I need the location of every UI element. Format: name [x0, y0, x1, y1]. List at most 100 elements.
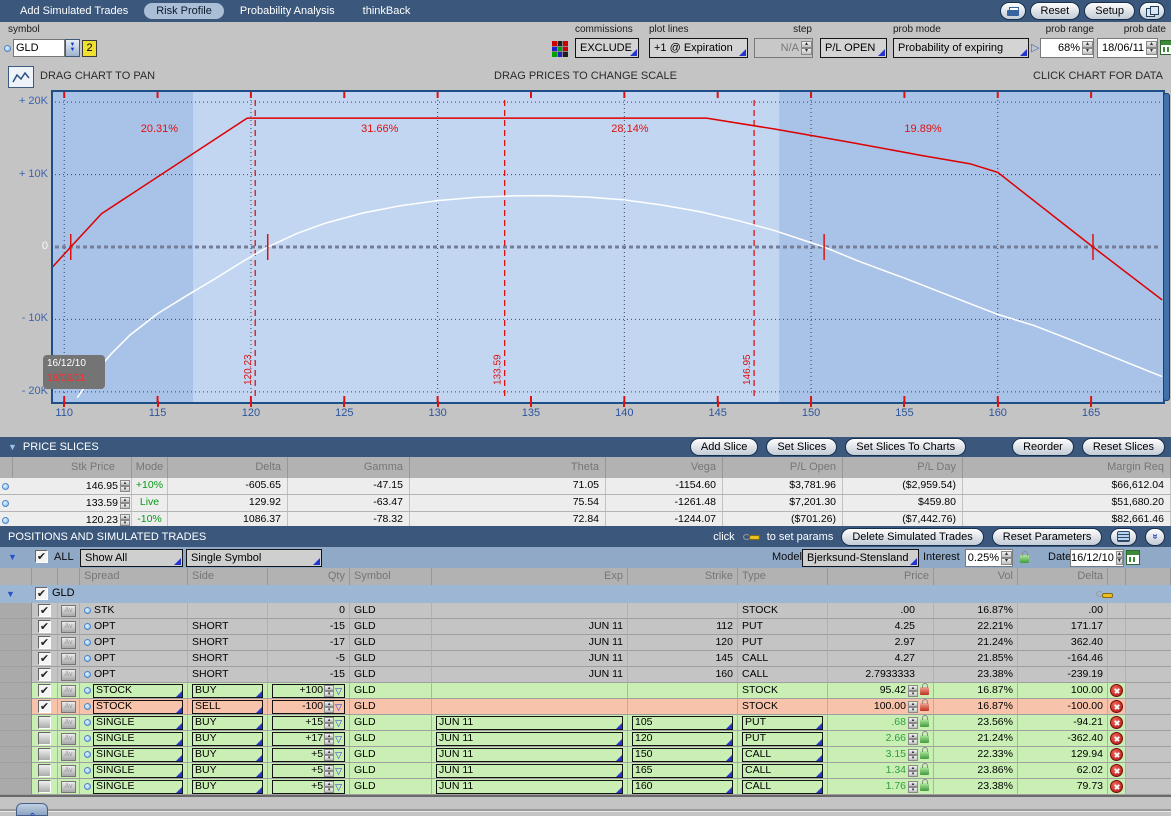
simulated-trade-row[interactable]: AvSINGLEBUY+15▴▾▽GLDJUN 11105PUT.68▴▾23.…	[0, 715, 1171, 731]
delete-simulated-trades-button[interactable]: Delete Simulated Trades	[841, 528, 983, 546]
price-lock-icon[interactable]	[920, 751, 929, 759]
simulated-trade-row[interactable]: AvSINGLEBUY+5▴▾▽GLDJUN 11160CALL1.76▴▾23…	[0, 779, 1171, 795]
row-checkbox[interactable]	[38, 764, 51, 777]
spread-select[interactable]: SINGLE	[93, 748, 183, 762]
row-options-button[interactable]: Av	[61, 653, 76, 665]
setup-button[interactable]: Setup	[1084, 2, 1135, 20]
symbol-dropdown-button[interactable]: ▼▼	[65, 39, 80, 57]
position-row[interactable]: ✔AvOPTSHORT-15GLDJUN 11112PUT4.2522.21%1…	[0, 619, 1171, 635]
scope-filter-select[interactable]: Single Symbol	[186, 549, 322, 567]
price-lock-icon[interactable]	[920, 735, 929, 743]
all-checkbox[interactable]: ✔	[35, 550, 48, 563]
date-stepper[interactable]: 16/12/10 ▴▾	[1070, 549, 1124, 567]
print-button[interactable]	[1000, 2, 1026, 20]
risk-profile-chart[interactable]: 120.23133.59146.9520.31%31.66%28.14%19.8…	[51, 90, 1165, 404]
spread-select[interactable]: STOCK	[93, 700, 183, 714]
simulated-trade-row[interactable]: AvSINGLEBUY+5▴▾▽GLDJUN 11150CALL3.15▴▾22…	[0, 747, 1171, 763]
group-params-icon[interactable]	[1096, 590, 1112, 598]
row-options-button[interactable]: Av	[61, 733, 76, 745]
group-checkbox[interactable]: ✔	[35, 587, 48, 600]
set-slices-to-charts-button[interactable]: Set Slices To Charts	[845, 438, 966, 456]
price-lock-icon[interactable]	[920, 767, 929, 775]
type-select[interactable]: CALL	[742, 748, 823, 762]
qty-dropdown-icon[interactable]: ▽	[335, 765, 342, 777]
delete-row-button[interactable]	[1110, 684, 1123, 697]
qty-dropdown-icon[interactable]: ▽	[335, 733, 342, 745]
spinner-icon[interactable]: ▴▾	[324, 749, 334, 761]
side-select[interactable]: BUY	[192, 780, 263, 794]
collapse-triangle-icon[interactable]: ▼	[8, 442, 17, 452]
tab-thinkback[interactable]: thinkBack	[351, 2, 423, 20]
exp-select[interactable]: JUN 11	[436, 780, 623, 794]
strike-select[interactable]: 105	[632, 716, 733, 730]
date-calendar-icon[interactable]	[1126, 550, 1140, 565]
spread-select[interactable]: SINGLE	[93, 716, 183, 730]
price-slice-row[interactable]: 146.95▴▾+10%-605.65-47.1571.05-1154.60$3…	[0, 478, 1171, 495]
side-select[interactable]: BUY	[192, 684, 263, 698]
row-checkbox[interactable]: ✔	[38, 652, 51, 665]
price-lock-icon[interactable]	[920, 719, 929, 727]
exp-select[interactable]: JUN 11	[436, 716, 623, 730]
row-options-button[interactable]: Av	[61, 605, 76, 617]
spinner-icon[interactable]: ▴▾	[324, 781, 334, 793]
price-lock-icon[interactable]	[920, 687, 929, 695]
delete-row-button[interactable]	[1110, 764, 1123, 777]
exp-select[interactable]: JUN 11	[436, 748, 623, 762]
row-checkbox[interactable]: ✔	[38, 620, 51, 633]
spinner-icon[interactable]: ▴▾	[324, 765, 334, 777]
set-slices-button[interactable]: Set Slices	[766, 438, 837, 456]
side-select[interactable]: BUY	[192, 748, 263, 762]
side-select[interactable]: BUY	[192, 764, 263, 778]
commissions-grid-icon[interactable]	[552, 41, 568, 57]
spinner-icon[interactable]: ▴▾	[324, 733, 334, 745]
step-stepper[interactable]: N/A ▴▾	[754, 38, 813, 58]
position-row[interactable]: ✔AvSTK0GLDSTOCK.0016.87%.00	[0, 603, 1171, 619]
type-select[interactable]: CALL	[742, 780, 823, 794]
delete-row-button[interactable]	[1110, 748, 1123, 761]
side-select[interactable]: SELL	[192, 700, 263, 714]
model-select[interactable]: Bjerksund-Stensland	[802, 549, 919, 567]
commissions-select[interactable]: EXCLUDE	[575, 38, 639, 58]
spread-select[interactable]: SINGLE	[93, 732, 183, 746]
reset-slices-button[interactable]: Reset Slices	[1082, 438, 1165, 456]
row-options-button[interactable]: Av	[61, 685, 76, 697]
expand-arrow-icon[interactable]: ▷	[1031, 41, 1039, 54]
strike-select[interactable]: 160	[632, 780, 733, 794]
symbol-input[interactable]	[13, 39, 65, 57]
type-select[interactable]: PUT	[742, 716, 823, 730]
position-row[interactable]: ✔AvOPTSHORT-17GLDJUN 11120PUT2.9721.24%3…	[0, 635, 1171, 651]
spinner-icon[interactable]: ▴▾	[908, 781, 918, 793]
qty-stepper[interactable]: +15▴▾▽	[272, 716, 345, 730]
spinner-icon[interactable]: ▴▾	[324, 717, 334, 729]
delete-row-button[interactable]	[1110, 716, 1123, 729]
slice-mode[interactable]: +10%	[132, 478, 168, 494]
spinner-icon[interactable]: ▴▾	[908, 733, 918, 745]
row-options-button[interactable]: Av	[61, 669, 76, 681]
simulated-trade-row[interactable]: ✔AvSTOCKBUY+100▴▾▽GLDSTOCK95.42▴▾16.87%1…	[0, 683, 1171, 699]
row-checkbox[interactable]: ✔	[38, 684, 51, 697]
collapse-panel-button[interactable]: «	[1145, 528, 1165, 546]
pl-mode-select[interactable]: P/L OPEN	[820, 38, 887, 58]
qty-stepper[interactable]: +5▴▾▽	[272, 764, 345, 778]
qty-stepper[interactable]: +5▴▾▽	[272, 780, 345, 794]
prob-range-spinner-icon[interactable]: ▴▾	[1082, 41, 1093, 55]
date-spinner-icon[interactable]: ▴▾	[1116, 551, 1123, 565]
tab-risk-profile[interactable]: Risk Profile	[144, 3, 224, 19]
row-options-button[interactable]: Av	[61, 621, 76, 633]
add-slice-button[interactable]: Add Slice	[690, 438, 758, 456]
row-options-button[interactable]: Av	[61, 781, 76, 793]
interest-stepper[interactable]: 0.25% ▴▾	[965, 549, 1013, 567]
spinner-icon[interactable]: ▴▾	[120, 497, 130, 509]
row-checkbox[interactable]	[38, 748, 51, 761]
slice-price-stepper[interactable]: 133.59▴▾	[10, 495, 132, 511]
position-row[interactable]: ✔AvOPTSHORT-15GLDJUN 11160CALL2.79333332…	[0, 667, 1171, 683]
spinner-icon[interactable]: ▴▾	[908, 701, 918, 713]
exp-select[interactable]: JUN 11	[436, 764, 623, 778]
group-triangle-icon[interactable]: ▼	[6, 589, 15, 599]
spread-select[interactable]: SINGLE	[93, 764, 183, 778]
panel-collapse-handle[interactable]: «	[16, 803, 48, 816]
spinner-icon[interactable]: ▴▾	[908, 749, 918, 761]
price-lock-icon[interactable]	[920, 783, 929, 791]
row-checkbox[interactable]	[38, 716, 51, 729]
row-checkbox[interactable]: ✔	[38, 700, 51, 713]
